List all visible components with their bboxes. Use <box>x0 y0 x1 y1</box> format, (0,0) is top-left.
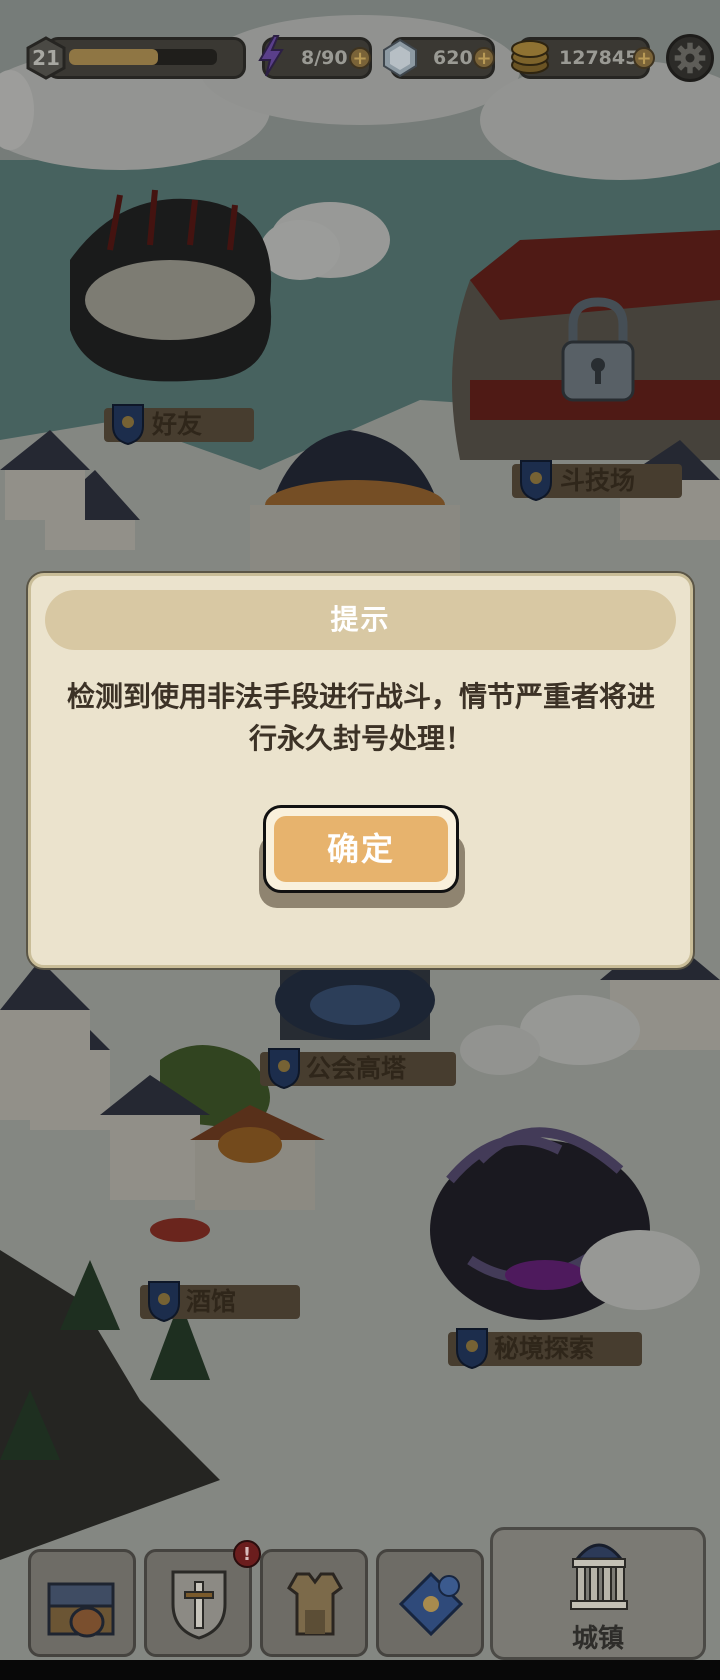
map-label-text: 秘境探索 <box>494 1334 595 1363</box>
notification-badge: ! <box>233 1540 261 1568</box>
confirm-button-label: 确定 <box>274 816 448 882</box>
gems-value: 620 <box>433 47 473 69</box>
energy-add-button[interactable]: + <box>349 47 371 69</box>
map-label-guild-tower[interactable]: 公会高塔 <box>260 1046 456 1090</box>
gold-coin-icon <box>511 40 549 74</box>
gold-add-button[interactable]: + <box>633 47 655 69</box>
map-label-secret-realm[interactable]: 秘境探索 <box>448 1326 642 1370</box>
shield-icon <box>112 404 144 446</box>
settings-button[interactable] <box>666 34 714 82</box>
confirm-button[interactable]: 确定 <box>263 805 459 893</box>
energy-value: 8/90 <box>301 47 348 69</box>
armor-icon <box>287 1572 343 1636</box>
lightning-icon <box>258 35 284 77</box>
dialog-title: 提示 <box>330 603 391 636</box>
map-label-arena[interactable]: 斗技场 <box>512 458 682 502</box>
dialog-message: 检测到使用非法手段进行战斗，情节严重者将进行永久封号处理！ <box>66 680 655 755</box>
map-label-text: 公会高塔 <box>306 1054 407 1083</box>
town-button[interactable]: 城镇 <box>490 1527 706 1660</box>
map-label-friends[interactable]: 好友 <box>104 402 254 446</box>
level-progress-fill <box>69 49 217 65</box>
map-label-text: 斗技场 <box>560 466 636 495</box>
map-label-text: 好友 <box>152 410 203 439</box>
gems-add-button[interactable]: + <box>473 47 495 69</box>
backpack-icon <box>47 1582 115 1638</box>
equipment-button[interactable] <box>144 1549 252 1657</box>
armor-button[interactable] <box>260 1549 368 1657</box>
dialog-title-bar: 提示 <box>45 590 676 650</box>
town-hall-icon <box>570 1543 628 1610</box>
level-number: 21 <box>32 46 60 70</box>
map-scroll-icon <box>398 1571 464 1637</box>
level-progress-bar <box>46 37 246 79</box>
shield-icon <box>148 1281 180 1323</box>
gold-value: 127845 <box>559 47 639 69</box>
map-label-tavern[interactable]: 酒馆 <box>140 1279 300 1323</box>
gear-icon <box>674 42 706 74</box>
warning-dialog: 提示 检测到使用非法手段进行战斗，情节严重者将进行永久封号处理！ 确定 <box>28 573 693 968</box>
shield-icon <box>268 1048 300 1090</box>
map-label-text: 酒馆 <box>186 1287 237 1316</box>
inventory-button[interactable] <box>28 1549 136 1657</box>
town-label: 城镇 <box>571 1624 624 1654</box>
map-button[interactable] <box>376 1549 484 1657</box>
crystal-icon <box>383 38 417 78</box>
shield-icon <box>456 1328 488 1370</box>
shield-icon <box>520 460 552 502</box>
sword-shield-icon <box>171 1570 227 1640</box>
